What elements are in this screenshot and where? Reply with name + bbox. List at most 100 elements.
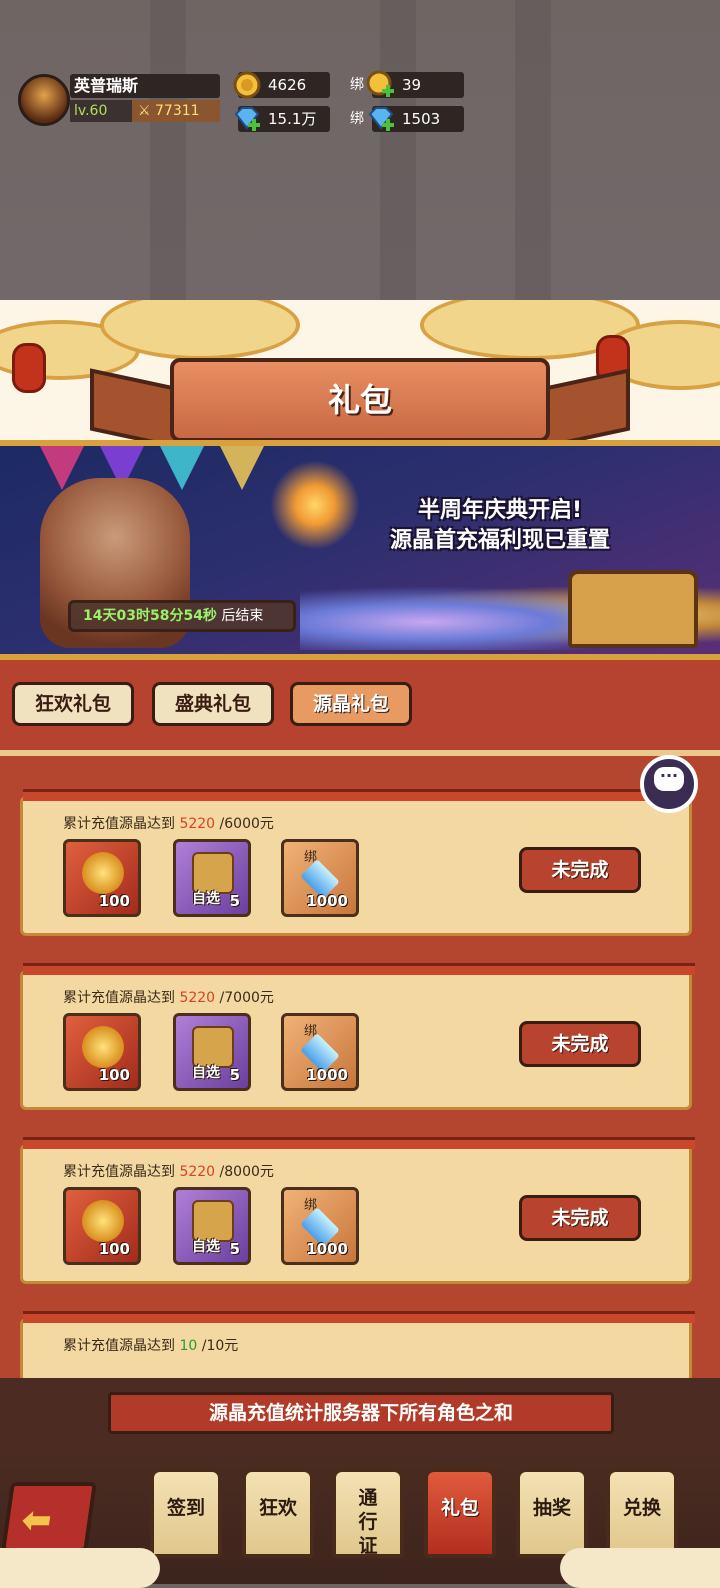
chat-bubble-icon[interactable] <box>640 755 698 813</box>
sword-icon: ⚔ <box>138 103 151 119</box>
item-count: 5 <box>229 1066 240 1084</box>
cloud-decoration <box>0 1548 160 1588</box>
row-divider <box>23 1311 695 1323</box>
nav-carnival[interactable]: 狂欢 <box>242 1468 314 1558</box>
event-headline-line1: 半周年庆典开启! <box>417 498 583 523</box>
gold-plus-icon <box>366 70 394 97</box>
reward-item-diamond[interactable]: 绑 1000 <box>281 839 359 917</box>
diamond-plus-icon <box>368 107 394 131</box>
pillar <box>515 0 551 300</box>
bound-label: 绑 <box>350 77 364 93</box>
condition-target: /8000元 <box>215 1164 274 1180</box>
diamond-counter[interactable]: 15.1万 <box>234 106 330 132</box>
condition-current: 5220 <box>179 1164 216 1180</box>
timer-value: 14天03时58分54秒 <box>83 608 217 624</box>
gold-crown-icon <box>82 1200 124 1242</box>
firework-decoration <box>270 460 360 550</box>
back-button[interactable]: ⬅ <box>1 1482 97 1552</box>
condition-current: 10 <box>179 1338 198 1354</box>
notice-text: 源晶充值统计服务器下所有角色之和 <box>108 1392 614 1434</box>
bunting-flag <box>220 446 264 490</box>
condition-current: 5220 <box>179 990 216 1006</box>
event-headline-line2: 源晶首充福利现已重置 <box>389 528 610 553</box>
reward-row: 累计充值源晶达到 5220 /8000元 100 自选 5 绑 1000 未完成 <box>20 1137 695 1284</box>
reward-item-diamond[interactable]: 绑 1000 <box>281 1013 359 1091</box>
condition-prefix: 累计充值源晶达到 <box>63 816 180 832</box>
item-subtitle: 自选 <box>192 1239 220 1255</box>
reward-item-chest[interactable]: 自选 5 <box>173 1013 251 1091</box>
claim-status-button[interactable]: 未完成 <box>519 847 641 893</box>
nav-sign-in[interactable]: 签到 <box>150 1468 222 1558</box>
lantern-decoration <box>12 343 46 393</box>
reward-row: 累计充值源晶达到 10 /10元 <box>20 1311 695 1382</box>
nav-exchange[interactable]: 兑换 <box>606 1468 678 1558</box>
avatar[interactable] <box>18 74 70 126</box>
reward-item-chest[interactable]: 自选 5 <box>173 1187 251 1265</box>
condition-target: /10元 <box>197 1338 239 1354</box>
row-condition: 累计充值源晶达到 5220 /6000元 <box>63 813 274 833</box>
bound-diamond-counter[interactable]: 绑 1503 <box>350 106 464 132</box>
bound-label: 绑 <box>350 111 364 127</box>
condition-prefix: 累计充值源晶达到 <box>63 990 180 1006</box>
reward-row: 累计充值源晶达到 5220 /6000元 100 自选 5 绑 1000 未完成 <box>20 789 695 936</box>
nav-gift-pack[interactable]: 礼包 <box>424 1468 496 1558</box>
claim-status-button[interactable]: 未完成 <box>519 1021 641 1067</box>
power-value: 77311 <box>155 103 200 119</box>
reward-item-gold[interactable]: 100 <box>63 1013 141 1091</box>
item-count: 1000 <box>306 1066 348 1084</box>
item-subtitle: 自选 <box>192 1065 220 1081</box>
row-divider <box>23 963 695 975</box>
item-count: 100 <box>98 892 130 910</box>
player-power: ⚔ 77311 <box>132 100 220 122</box>
condition-prefix: 累计充值源晶达到 <box>63 1164 180 1180</box>
player-info[interactable]: 英普瑞斯 lv.60 ⚔ 77311 <box>18 72 223 128</box>
pillar <box>380 0 416 300</box>
gold-value: 4626 <box>268 76 307 94</box>
nav-lottery[interactable]: 抽奖 <box>516 1468 588 1558</box>
tab-carnival-pack[interactable]: 狂欢礼包 <box>12 682 134 726</box>
claim-status-button[interactable]: 未完成 <box>519 1195 641 1241</box>
player-level: lv.60 <box>70 100 132 122</box>
reward-item-gold[interactable]: 100 <box>63 1187 141 1265</box>
row-divider <box>23 789 695 801</box>
bunting-flag <box>160 446 204 490</box>
nav-battle-pass[interactable]: 通行证 <box>332 1468 404 1558</box>
row-condition: 累计充值源晶达到 5220 /8000元 <box>63 1161 274 1181</box>
condition-current: 5220 <box>179 816 216 832</box>
reward-item-gold[interactable]: 100 <box>63 839 141 917</box>
item-count: 5 <box>229 892 240 910</box>
item-count: 100 <box>98 1066 130 1084</box>
diamond-value: 15.1万 <box>268 110 317 128</box>
cloud-decoration <box>560 1548 720 1588</box>
gold-crown-icon <box>82 852 124 894</box>
page-title: 礼包 <box>327 381 392 419</box>
reward-item-diamond[interactable]: 绑 1000 <box>281 1187 359 1265</box>
item-count: 100 <box>98 1240 130 1258</box>
item-subtitle: 自选 <box>192 891 220 907</box>
top-background <box>0 0 720 300</box>
bound-diamond-value: 1503 <box>402 110 441 128</box>
player-name: 英普瑞斯 <box>70 74 220 98</box>
bound-gold-counter[interactable]: 绑 39 <box>350 70 464 98</box>
gold-counter[interactable]: 4626 <box>233 71 330 99</box>
condition-target: /6000元 <box>215 816 274 832</box>
event-timer: 14天03时58分54秒 后结束 <box>68 600 296 632</box>
gold-coin-icon <box>233 71 261 99</box>
item-count: 1000 <box>306 1240 348 1258</box>
tab-crystal-pack[interactable]: 源晶礼包 <box>290 682 412 726</box>
timer-suffix: 后结束 <box>216 608 264 624</box>
page-title-banner: 礼包 <box>170 358 550 442</box>
treasure-chest-icon <box>568 570 698 648</box>
row-condition: 累计充值源晶达到 5220 /7000元 <box>63 987 274 1007</box>
item-count: 1000 <box>306 892 348 910</box>
reward-item-chest[interactable]: 自选 5 <box>173 839 251 917</box>
tab-celebration-pack[interactable]: 盛典礼包 <box>152 682 274 726</box>
gold-crown-icon <box>82 1026 124 1068</box>
diamond-plus-icon <box>234 107 260 131</box>
event-headline: 半周年庆典开启! 源晶首充福利现已重置 <box>350 496 650 556</box>
pillar <box>150 0 186 300</box>
condition-target: /7000元 <box>215 990 274 1006</box>
bound-gold-value: 39 <box>402 76 422 94</box>
item-count: 5 <box>229 1240 240 1258</box>
condition-prefix: 累计充值源晶达到 <box>63 1338 180 1354</box>
